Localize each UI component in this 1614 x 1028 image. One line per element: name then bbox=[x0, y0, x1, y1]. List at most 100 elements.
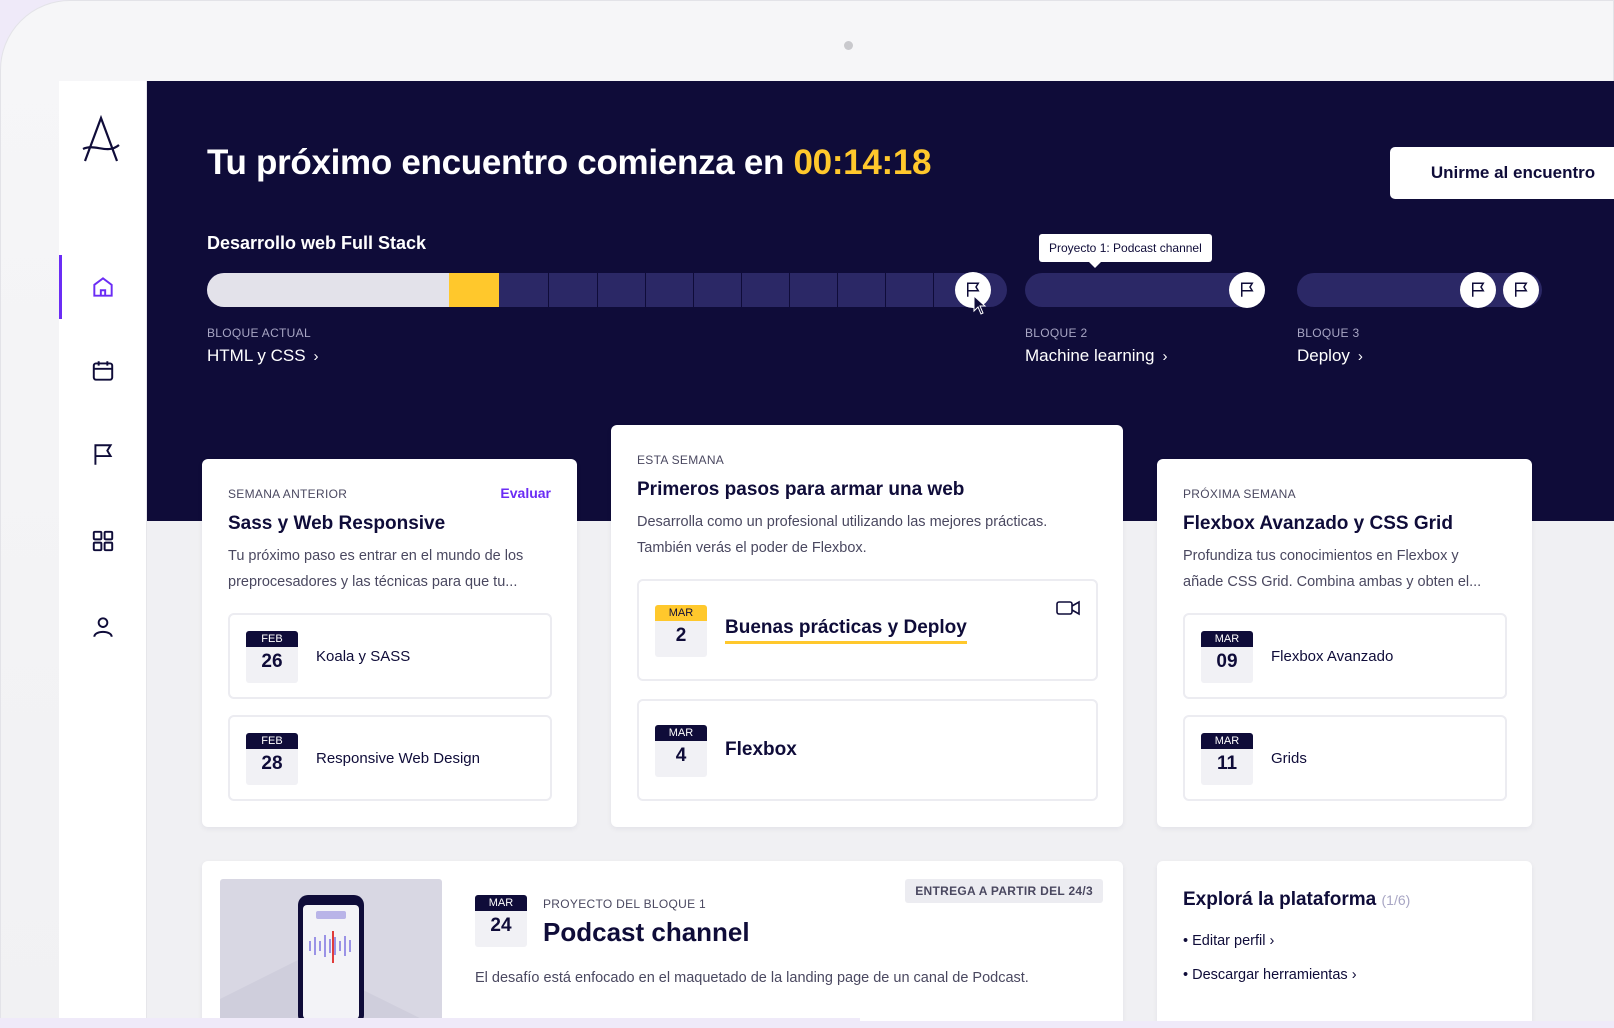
session-item[interactable]: MAR 11 Grids bbox=[1183, 715, 1507, 801]
home-icon bbox=[93, 277, 113, 297]
date-badge: MAR 24 bbox=[475, 895, 527, 947]
card-description-line: También verás el poder de Flexbox. bbox=[637, 540, 867, 556]
date-day: 4 bbox=[675, 745, 687, 766]
card-description: Tu próximo paso es entrar en el mundo de… bbox=[228, 543, 523, 595]
device-frame: Tu próximo encuentro comienza en 00:14:1… bbox=[0, 0, 1614, 1021]
session-item[interactable]: MAR 4 Flexbox bbox=[637, 699, 1098, 801]
date-month: FEB bbox=[246, 631, 298, 647]
date-day: 28 bbox=[261, 753, 283, 774]
session-item[interactable]: FEB 26 Koala y SASS bbox=[228, 613, 552, 699]
join-meeting-button[interactable]: Unirme al encuentro bbox=[1390, 147, 1614, 199]
date-month: MAR bbox=[655, 725, 707, 741]
explore-counter: (1/6) bbox=[1381, 892, 1411, 908]
block-link-current[interactable]: HTML y CSS › bbox=[207, 346, 319, 366]
chevron-right-icon: › bbox=[1162, 348, 1168, 365]
project-title: Podcast channel bbox=[543, 917, 750, 947]
chevron-right-icon: › bbox=[1269, 933, 1275, 949]
card-description-line: Desarrolla como un profesional utilizand… bbox=[637, 514, 1048, 530]
date-badge: MAR 09 bbox=[1201, 631, 1253, 683]
project-card[interactable]: MAR 24 PROYECTO DEL BLOQUE 1 Podcast chan… bbox=[202, 861, 1123, 1021]
camera-dot bbox=[844, 41, 853, 50]
segment-divider bbox=[693, 273, 694, 307]
block-name: Machine learning bbox=[1025, 346, 1155, 365]
week-card-current: ESTA SEMANA Primeros pasos para armar un… bbox=[611, 425, 1123, 827]
week-card-previous: SEMANA ANTERIOR Evaluar Sass y Web Respo… bbox=[202, 459, 577, 827]
project-eyebrow: PROYECTO DEL BLOQUE 1 bbox=[543, 897, 707, 911]
segment-divider bbox=[645, 273, 646, 307]
card-description-line: preprocesadores y las técnicas para que … bbox=[228, 574, 518, 590]
card-description: Desarrolla como un profesional utilizand… bbox=[637, 509, 1047, 561]
delivery-badge: ENTREGA A PARTIR DEL 24/3 bbox=[905, 879, 1103, 903]
session-item[interactable]: FEB 28 Responsive Web Design bbox=[228, 715, 552, 801]
project-thumbnail bbox=[220, 879, 442, 1021]
brand-logo bbox=[81, 114, 121, 163]
chevron-right-icon: › bbox=[313, 348, 319, 365]
block-link-2[interactable]: Machine learning › bbox=[1025, 346, 1167, 366]
card-title: Primeros pasos para armar una web bbox=[637, 479, 965, 500]
date-month: MAR bbox=[1201, 733, 1253, 749]
sidebar-item-calendar[interactable] bbox=[59, 339, 147, 403]
mouse-cursor-icon bbox=[973, 295, 987, 315]
card-description: Profundiza tus conocimientos en Flexbox … bbox=[1183, 543, 1481, 595]
explore-link-label: Descargar herramientas bbox=[1192, 967, 1348, 983]
app-screen: Tu próximo encuentro comienza en 00:14:1… bbox=[59, 81, 1614, 1021]
date-month: MAR bbox=[475, 895, 527, 911]
session-label: Responsive Web Design bbox=[316, 749, 480, 767]
explore-link-download-tools[interactable]: • Descargar herramientas › bbox=[1183, 967, 1357, 983]
grid-icon bbox=[92, 530, 114, 552]
block-name: HTML y CSS bbox=[207, 346, 306, 365]
progress-completed bbox=[207, 273, 449, 307]
session-label: Flexbox bbox=[725, 739, 797, 760]
sidebar-item-projects[interactable] bbox=[59, 423, 147, 487]
date-day: 09 bbox=[1216, 651, 1238, 672]
evaluate-link[interactable]: Evaluar bbox=[500, 485, 551, 501]
flag-icon bbox=[1472, 282, 1485, 297]
block-link-3[interactable]: Deploy › bbox=[1297, 346, 1363, 366]
date-month: FEB bbox=[246, 733, 298, 749]
segment-divider bbox=[597, 273, 598, 307]
segment-divider bbox=[837, 273, 838, 307]
session-label: Grids bbox=[1271, 749, 1307, 767]
progress-track-block-1 bbox=[207, 273, 1007, 307]
card-title: Sass y Web Responsive bbox=[228, 513, 446, 534]
milestone-flag-block-3a[interactable] bbox=[1460, 272, 1496, 308]
phone-illustration bbox=[220, 895, 426, 1021]
week-card-next: PRÓXIMA SEMANA Flexbox Avanzado y CSS Gr… bbox=[1157, 459, 1532, 827]
sidebar-item-dashboard[interactable] bbox=[59, 509, 147, 573]
date-day: 11 bbox=[1216, 753, 1238, 774]
card-description-line: Profundiza tus conocimientos en Flexbox … bbox=[1183, 548, 1459, 564]
session-item-highlighted[interactable]: MAR 2 Buenas prácticas y Deploy bbox=[637, 579, 1098, 681]
session-label: Flexbox Avanzado bbox=[1271, 647, 1394, 665]
hero-title-text: Tu próximo encuentro comienza en bbox=[207, 143, 794, 182]
date-badge: MAR 11 bbox=[1201, 733, 1253, 785]
flag-icon bbox=[1515, 282, 1528, 297]
explore-link-label: Editar perfil bbox=[1192, 933, 1266, 949]
card-description-line: añade CSS Grid. Combina ambas y obten el… bbox=[1183, 574, 1482, 590]
segment-divider bbox=[741, 273, 742, 307]
explore-title-text: Explorá la plataforma bbox=[1183, 889, 1377, 910]
video-camera-icon[interactable] bbox=[1056, 599, 1080, 617]
sidebar-item-profile[interactable] bbox=[59, 595, 147, 659]
block-caption: BLOQUE 2 bbox=[1025, 326, 1088, 340]
course-name: Desarrollo web Full Stack bbox=[207, 233, 427, 253]
date-badge: MAR 4 bbox=[655, 725, 707, 777]
card-description-line: Tu próximo paso es entrar en el mundo de… bbox=[228, 548, 524, 564]
milestone-flag-block-2[interactable] bbox=[1229, 272, 1265, 308]
milestone-flag-block-3b[interactable] bbox=[1503, 272, 1539, 308]
date-day: 2 bbox=[675, 625, 687, 646]
progress-current-segment bbox=[449, 273, 499, 307]
explore-link-edit-profile[interactable]: • Editar perfil › bbox=[1183, 933, 1274, 949]
card-eyebrow: PRÓXIMA SEMANA bbox=[1183, 487, 1296, 501]
date-day: 26 bbox=[261, 651, 283, 672]
sidebar-item-home[interactable] bbox=[59, 255, 147, 319]
session-item[interactable]: MAR 09 Flexbox Avanzado bbox=[1183, 613, 1507, 699]
hero-title: Tu próximo encuentro comienza en 00:14:1… bbox=[207, 143, 932, 183]
segment-divider bbox=[548, 273, 549, 307]
date-badge: MAR 2 bbox=[655, 605, 707, 657]
block-name: Deploy bbox=[1297, 346, 1350, 365]
date-badge: FEB 26 bbox=[246, 631, 298, 683]
chevron-right-icon: › bbox=[1351, 967, 1357, 983]
block-caption: BLOQUE 3 bbox=[1297, 326, 1360, 340]
project-description: El desafío está enfocado en el maquetado… bbox=[475, 970, 1029, 986]
calendar-icon bbox=[92, 361, 114, 381]
